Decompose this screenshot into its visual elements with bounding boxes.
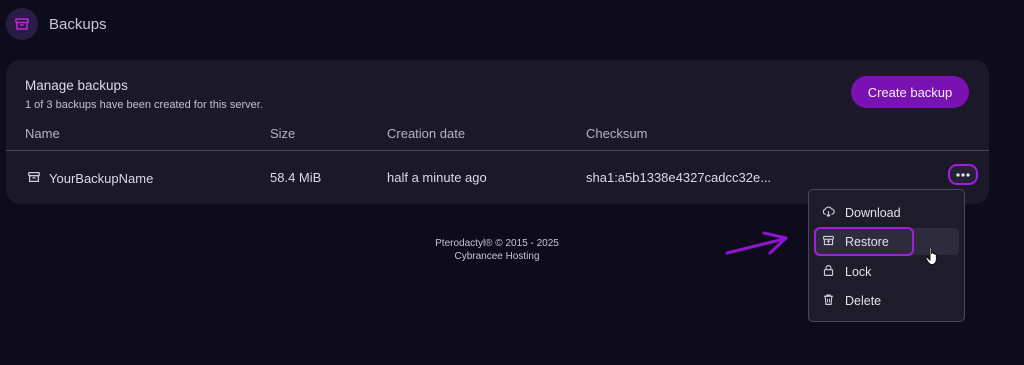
backup-checksum: sha1:a5b1338e4327cadcc32e... <box>586 170 772 185</box>
highlight-ring <box>814 227 914 256</box>
menu-item-label: Delete <box>845 293 882 308</box>
backup-size: 58.4 MiB <box>270 170 322 185</box>
cloud-download-icon <box>822 205 835 221</box>
lock-icon <box>822 264 835 280</box>
column-header-checksum: Checksum <box>586 126 648 141</box>
menu-item-delete[interactable]: Delete <box>814 287 959 314</box>
hand-cursor-icon <box>925 246 937 265</box>
backups-panel: Manage backups 1 of 3 backups have been … <box>6 60 989 204</box>
backup-creation-date: half a minute ago <box>387 170 487 185</box>
menu-item-label: Download <box>845 205 901 220</box>
trash-icon <box>822 293 835 309</box>
panel-subtitle: 1 of 3 backups have been created for thi… <box>25 99 263 111</box>
backup-options-menu: Download Restore Lock Delete <box>808 189 965 322</box>
backup-name-cell: YourBackupName <box>27 170 153 187</box>
menu-item-label: Lock <box>845 264 872 279</box>
archive-icon <box>27 170 41 187</box>
more-dots-icon <box>956 172 970 177</box>
column-header-creation-date: Creation date <box>387 126 466 141</box>
backup-name: YourBackupName <box>49 171 154 186</box>
annotation-arrow-icon <box>725 231 788 255</box>
table-divider <box>6 150 989 151</box>
menu-item-download[interactable]: Download <box>814 199 959 226</box>
archive-icon <box>6 8 38 40</box>
page-header: Backups <box>6 7 107 41</box>
column-header-name: Name <box>25 126 60 141</box>
more-options-button[interactable] <box>948 164 978 185</box>
panel-title: Manage backups <box>25 78 128 93</box>
page-title: Backups <box>49 15 107 33</box>
create-backup-button[interactable]: Create backup <box>851 76 969 108</box>
column-header-size: Size <box>270 126 296 141</box>
